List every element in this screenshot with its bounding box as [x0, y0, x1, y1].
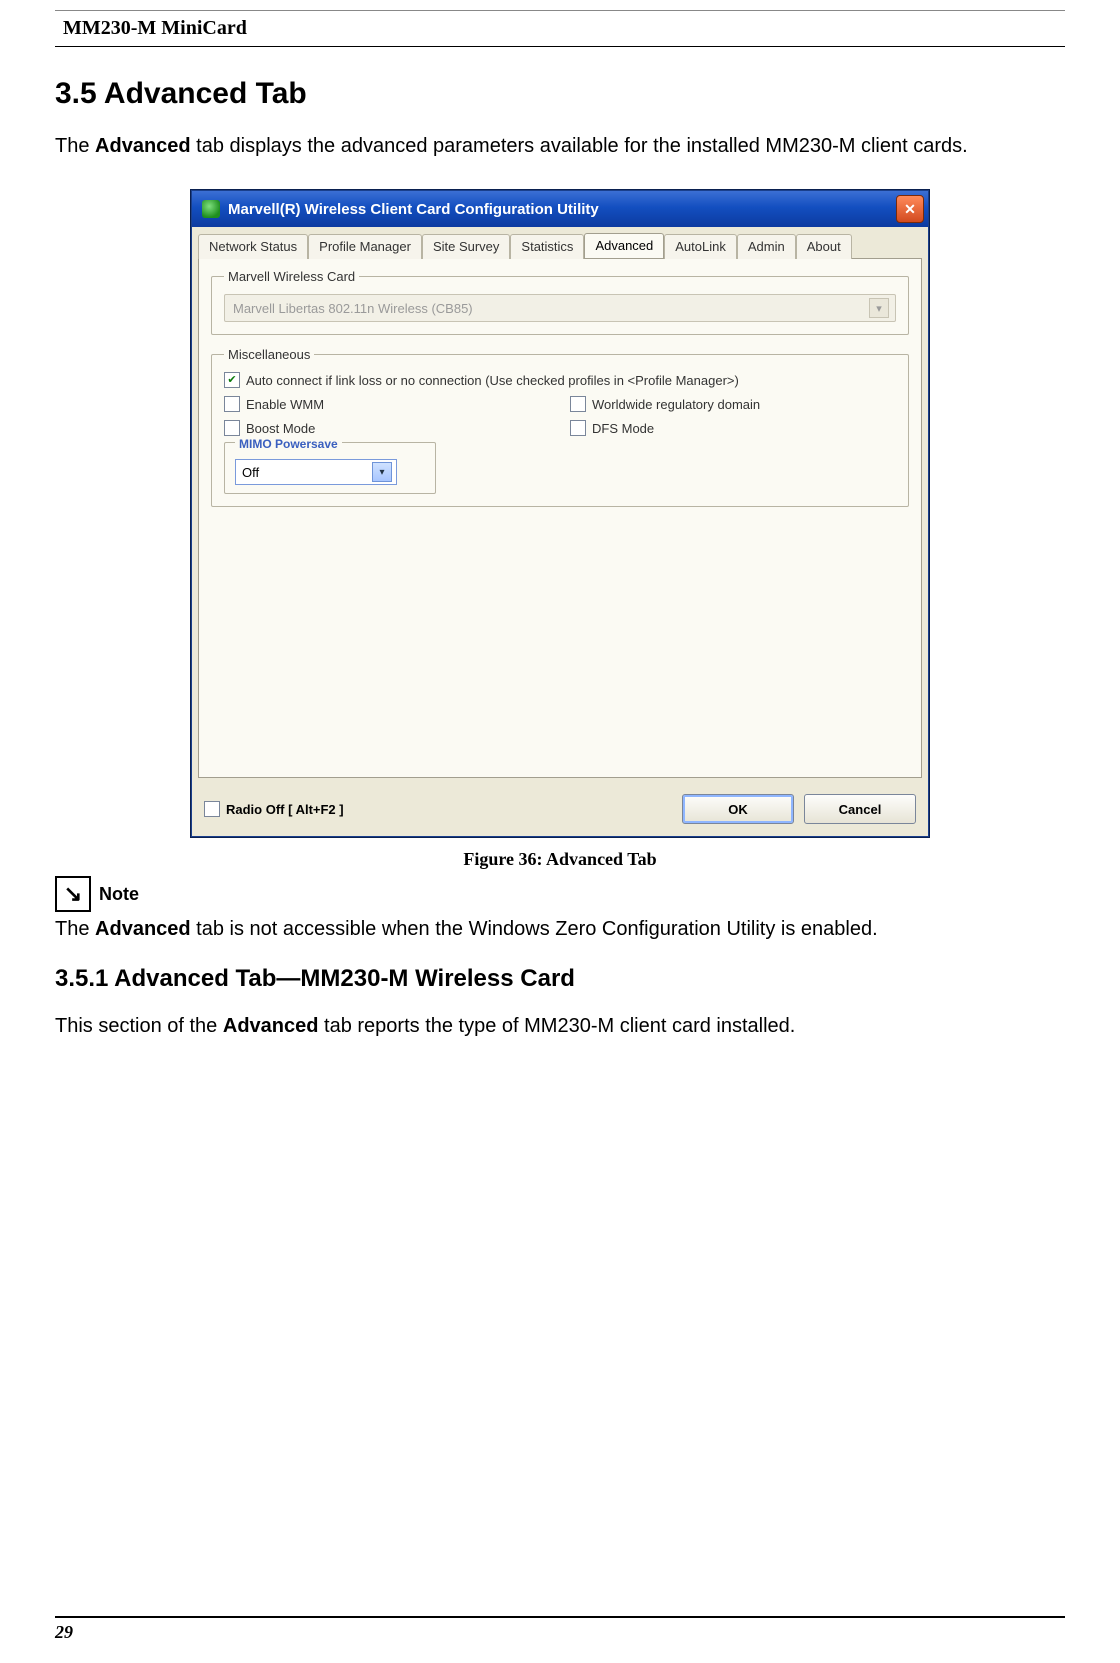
checkbox-boost-mode[interactable]: Boost Mode [224, 420, 550, 436]
tab-statistics[interactable]: Statistics [510, 234, 584, 259]
note-label: Note [99, 884, 139, 905]
dialog-title: Marvell(R) Wireless Client Card Configur… [228, 201, 896, 218]
note-block: ↘ Note [55, 876, 1065, 912]
legend-mimo: MIMO Powersave [235, 437, 342, 451]
subsection-body: This section of the Advanced tab reports… [55, 1013, 1065, 1040]
page-header: MM230-M MiniCard [55, 10, 1065, 47]
label-auto-connect: Auto connect if link loss or no connecti… [246, 373, 739, 388]
legend-miscellaneous: Miscellaneous [224, 347, 314, 362]
chevron-down-icon: ▾ [372, 462, 392, 482]
config-utility-dialog: Marvell(R) Wireless Client Card Configur… [191, 190, 929, 837]
ok-button[interactable]: OK [682, 794, 794, 824]
checkbox-box [204, 801, 220, 817]
dialog-titlebar: Marvell(R) Wireless Client Card Configur… [192, 191, 928, 227]
label-boost-mode: Boost Mode [246, 421, 315, 436]
section-heading: 3.5 Advanced Tab [55, 77, 1065, 111]
note-icon: ↘ [55, 876, 91, 912]
doc-title: MM230-M MiniCard [63, 17, 247, 39]
legend-wireless-card: Marvell Wireless Card [224, 269, 359, 284]
tab-strip: Network Status Profile Manager Site Surv… [192, 227, 928, 258]
checkbox-box [224, 396, 240, 412]
app-icon [202, 200, 220, 218]
tab-admin[interactable]: Admin [737, 234, 796, 259]
label-radio-off: Radio Off [ Alt+F2 ] [226, 802, 344, 817]
tab-about[interactable]: About [796, 234, 852, 259]
label-dfs-mode: DFS Mode [592, 421, 654, 436]
dialog-bottom-bar: Radio Off [ Alt+F2 ] OK Cancel [192, 784, 928, 836]
mimo-powersave-select[interactable]: Off ▾ [235, 459, 397, 485]
tab-profile-manager[interactable]: Profile Manager [308, 234, 422, 259]
cancel-button[interactable]: Cancel [804, 794, 916, 824]
checkbox-box [224, 420, 240, 436]
tab-network-status[interactable]: Network Status [198, 234, 308, 259]
group-miscellaneous: Miscellaneous ✔ Auto connect if link los… [211, 347, 909, 507]
subsection-heading: 3.5.1 Advanced Tab—MM230-M Wireless Card [55, 965, 1065, 993]
close-icon: ✕ [904, 201, 916, 218]
tab-autolink[interactable]: AutoLink [664, 234, 737, 259]
label-worldwide-domain: Worldwide regulatory domain [592, 397, 760, 412]
figure-caption: Figure 36: Advanced Tab [55, 849, 1065, 870]
section-intro: The Advanced tab displays the advanced p… [55, 133, 1065, 160]
checkbox-auto-connect[interactable]: ✔ Auto connect if link loss or no connec… [224, 372, 896, 388]
checkbox-box [570, 420, 586, 436]
card-select-value: Marvell Libertas 802.11n Wireless (CB85) [233, 301, 473, 316]
page-footer: 29 [55, 1616, 1065, 1643]
card-select-disabled: Marvell Libertas 802.11n Wireless (CB85)… [224, 294, 896, 322]
tab-site-survey[interactable]: Site Survey [422, 234, 510, 259]
tab-advanced[interactable]: Advanced [584, 233, 664, 258]
tab-body-advanced: Marvell Wireless Card Marvell Libertas 8… [198, 258, 922, 778]
group-wireless-card: Marvell Wireless Card Marvell Libertas 8… [211, 269, 909, 335]
checkbox-enable-wmm[interactable]: Enable WMM [224, 396, 550, 412]
checkbox-worldwide-domain[interactable]: Worldwide regulatory domain [570, 396, 896, 412]
chevron-down-icon: ▾ [869, 298, 889, 318]
figure-advanced-tab: Marvell(R) Wireless Client Card Configur… [55, 190, 1065, 837]
checkbox-dfs-mode[interactable]: DFS Mode [570, 420, 896, 436]
check-icon: ✔ [224, 372, 240, 388]
mimo-powersave-value: Off [242, 465, 259, 480]
checkbox-box [570, 396, 586, 412]
checkbox-radio-off[interactable]: Radio Off [ Alt+F2 ] [204, 801, 344, 817]
page-number: 29 [55, 1622, 73, 1642]
group-mimo-powersave: MIMO Powersave Off ▾ [224, 442, 436, 494]
note-text: The Advanced tab is not accessible when … [55, 916, 1065, 943]
close-button[interactable]: ✕ [896, 195, 924, 223]
label-enable-wmm: Enable WMM [246, 397, 324, 412]
